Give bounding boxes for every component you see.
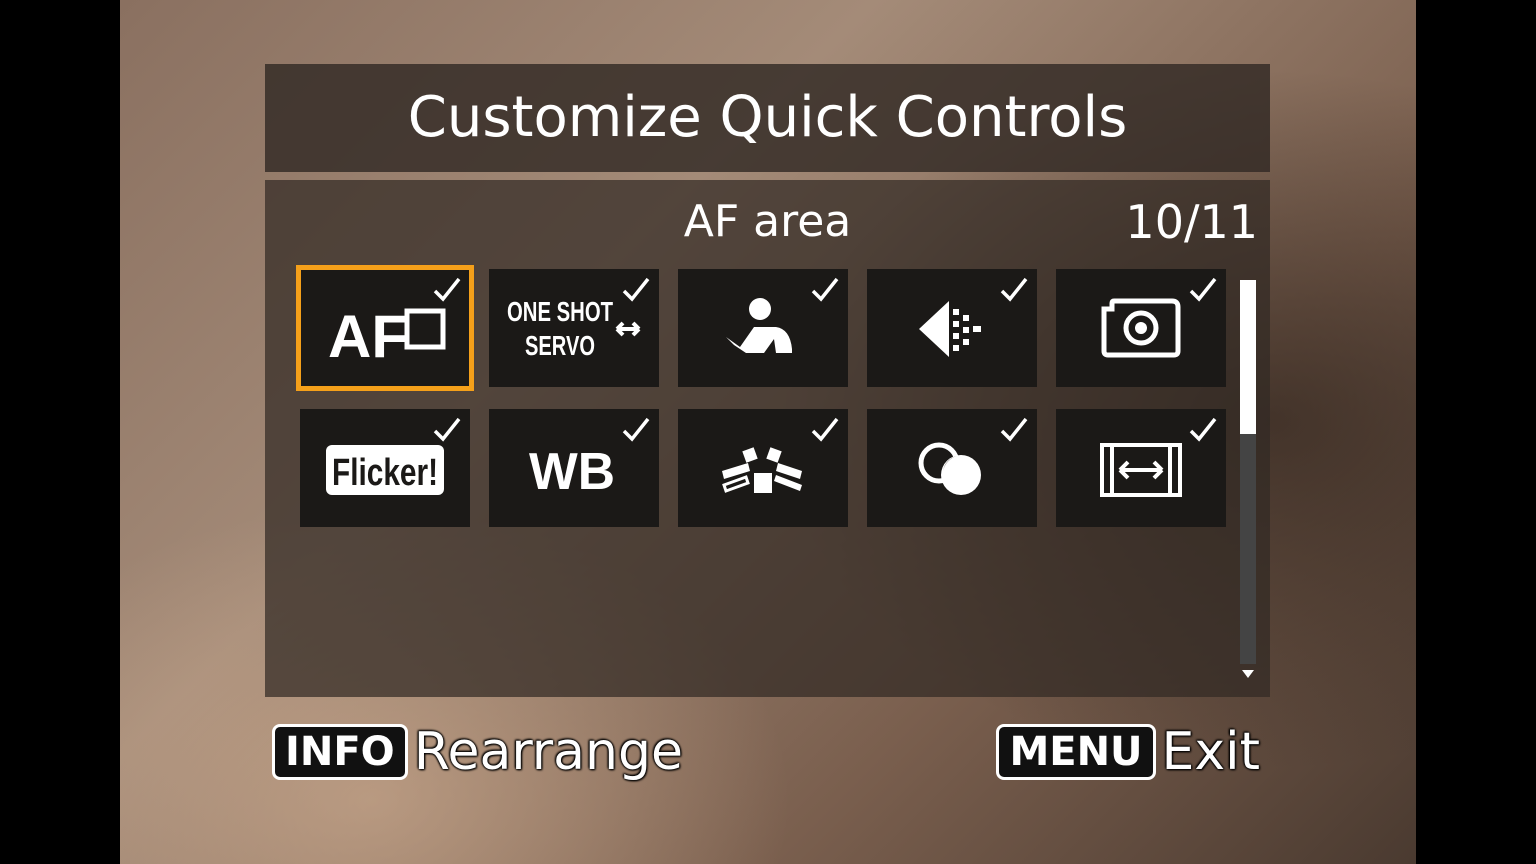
check-icon <box>1189 277 1217 302</box>
tile-white-balance[interactable]: WB <box>489 409 659 527</box>
exit-label: Exit <box>1161 722 1260 782</box>
svg-text:SERVO: SERVO <box>525 330 595 361</box>
info-rearrange-hint[interactable]: INFO Rearrange <box>272 724 683 782</box>
page-counter: 10/11 <box>1125 195 1258 249</box>
tile-eye-detection[interactable] <box>867 269 1037 387</box>
rearrange-label: Rearrange <box>413 722 684 782</box>
tile-subject-detection[interactable] <box>678 269 848 387</box>
scrollbar[interactable] <box>1240 280 1256 664</box>
svg-text:ONE SHOT: ONE SHOT <box>507 296 613 327</box>
tile-flicker[interactable]: Flicker! <box>300 409 470 527</box>
tile-picture-style[interactable] <box>678 409 848 527</box>
check-icon <box>433 277 461 302</box>
check-icon <box>1000 277 1028 302</box>
menu-key: MENU <box>996 724 1156 780</box>
tile-af-operation[interactable]: ONE SHOT SERVO <box>489 269 659 387</box>
svg-text:AF: AF <box>328 303 408 370</box>
tile-aspect-ratio[interactable] <box>1056 409 1226 527</box>
info-key: INFO <box>272 724 408 780</box>
scrollbar-thumb[interactable] <box>1240 280 1256 434</box>
svg-text:Flicker!: Flicker! <box>332 452 438 494</box>
scroll-down-arrow-icon <box>1242 670 1254 678</box>
check-icon <box>433 417 461 442</box>
check-icon <box>622 277 650 302</box>
svg-text:WB: WB <box>529 443 615 501</box>
tile-metering-mode[interactable] <box>1056 269 1226 387</box>
current-item-name: AF area <box>683 196 852 247</box>
check-icon <box>1189 417 1217 442</box>
check-icon <box>811 277 839 302</box>
page-title: Customize Quick Controls <box>265 64 1270 172</box>
check-icon <box>622 417 650 442</box>
menu-exit-hint[interactable]: MENU Exit <box>996 724 1260 782</box>
tile-creative-filter[interactable] <box>867 409 1037 527</box>
tile-af-area[interactable]: AF <box>297 266 473 390</box>
check-icon <box>1000 417 1028 442</box>
check-icon <box>811 417 839 442</box>
quick-controls-panel: AF area 10/11 AF ONE SHOT SERVO Flicker!… <box>265 180 1270 697</box>
